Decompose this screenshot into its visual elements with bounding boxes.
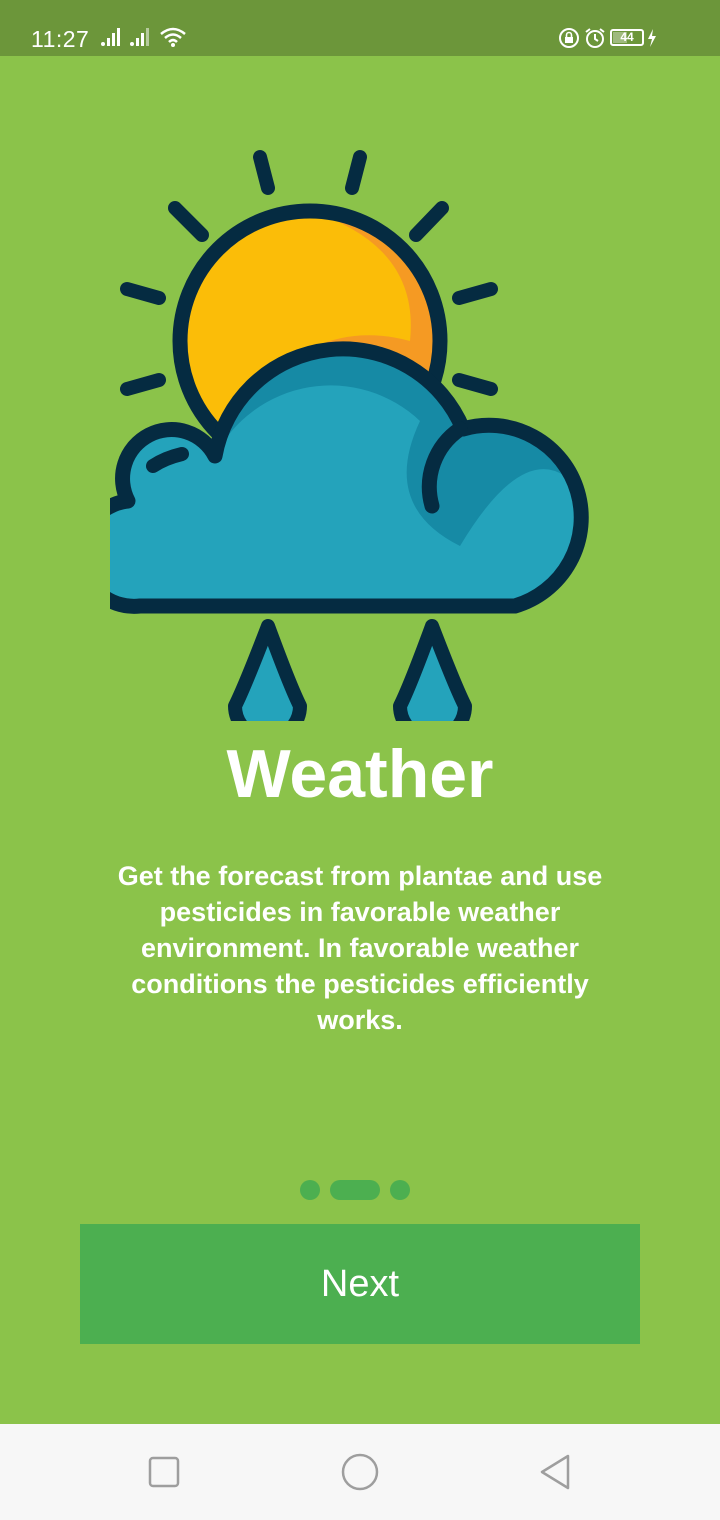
page-dot-3[interactable] — [390, 1180, 410, 1200]
page-dot-1[interactable] — [300, 1180, 320, 1200]
weather-illustration-icon — [110, 150, 589, 721]
page-indicator — [300, 1180, 412, 1200]
navigation-bar — [0, 1424, 720, 1520]
battery-icon: 44 — [610, 29, 644, 46]
charging-icon — [648, 29, 656, 47]
signal-icon — [130, 28, 149, 46]
onboarding-title: Weather — [226, 736, 494, 812]
next-button[interactable]: Next — [80, 1224, 640, 1344]
onboarding-description: Get the forecast from plantae and use pe… — [117, 861, 603, 1035]
lock-rotation-icon — [559, 28, 579, 48]
battery-level: 44 — [620, 30, 634, 44]
recent-apps-icon — [148, 1456, 180, 1488]
home-button[interactable] — [300, 1424, 420, 1520]
page-dot-2-active[interactable] — [330, 1180, 380, 1200]
wifi-icon — [160, 27, 186, 47]
back-button[interactable] — [496, 1424, 616, 1520]
status-time: 11:27 — [31, 26, 90, 52]
alarm-icon — [585, 28, 605, 48]
status-bar: 11:27 44 — [0, 0, 720, 56]
recent-apps-button[interactable] — [104, 1424, 224, 1520]
home-icon — [341, 1453, 379, 1491]
onboarding-screen: Weather Get the forecast from plantae an… — [0, 56, 720, 1424]
signal-icon — [101, 28, 120, 46]
back-icon — [540, 1454, 570, 1490]
